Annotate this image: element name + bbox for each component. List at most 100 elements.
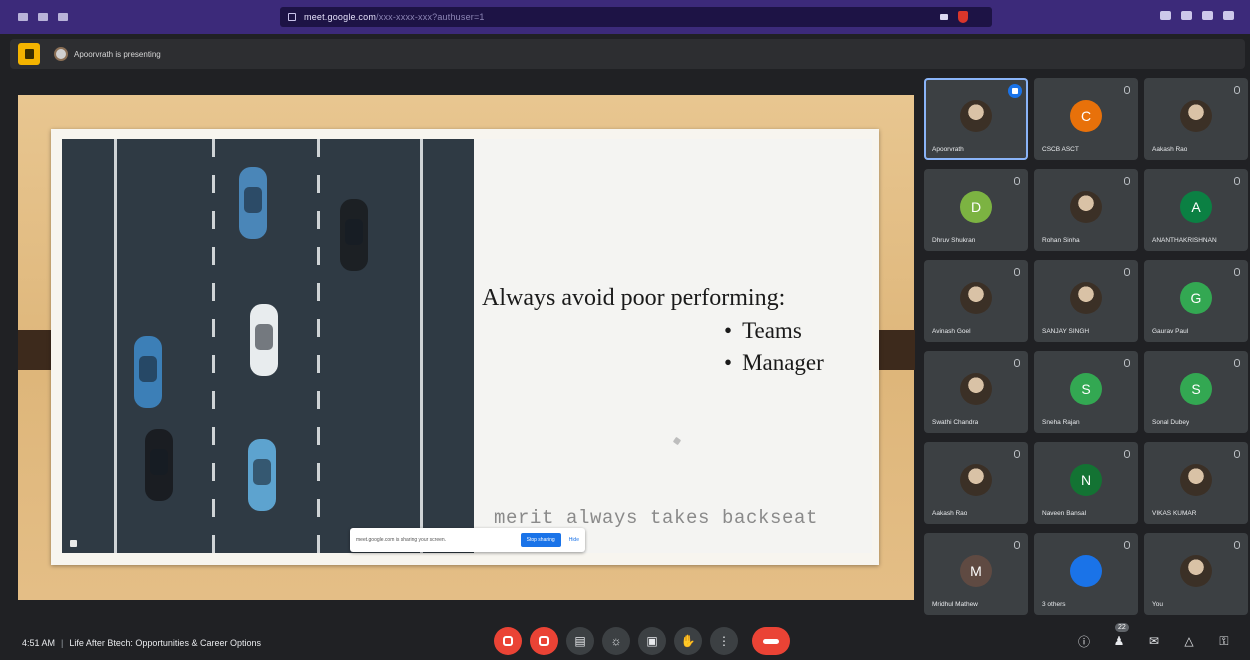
forward-icon[interactable] <box>38 13 48 21</box>
mic-muted-icon <box>1124 86 1130 94</box>
participant-name: Dhruv Shukran <box>932 237 976 244</box>
avatar <box>1070 555 1102 587</box>
participant-tile[interactable]: G Gaurav Paul <box>1144 260 1248 342</box>
participant-tile[interactable]: Aakash Rao <box>1144 78 1248 160</box>
participant-tile[interactable]: VIKAS KUMAR <box>1144 442 1248 524</box>
avatar <box>960 282 992 314</box>
camera-off-button[interactable] <box>530 627 558 655</box>
participant-tile[interactable]: SANJAY SINGH <box>1034 260 1138 342</box>
participant-tile[interactable]: Aakash Rao <box>924 442 1028 524</box>
avatar <box>1180 464 1212 496</box>
mic-muted-icon <box>1234 268 1240 276</box>
back-icon[interactable] <box>18 13 28 21</box>
menu-icon[interactable] <box>1202 11 1213 20</box>
url-text: meet.google.com/xxx-xxxx-xxx?authuser=1 <box>304 12 485 22</box>
participant-name: Mridhul Mathew <box>932 601 978 608</box>
presenter-avatar <box>54 47 68 61</box>
participant-tile[interactable]: N Naveen Bansal <box>1034 442 1138 524</box>
profile-icon[interactable] <box>1181 11 1192 20</box>
avatar <box>1070 191 1102 223</box>
effects-button[interactable]: ☼ <box>602 627 630 655</box>
more-options-button[interactable]: ⋮ <box>710 627 738 655</box>
stop-sharing-button[interactable]: Stop sharing <box>520 533 561 547</box>
image-watermark <box>70 540 77 547</box>
avatar: M <box>960 555 992 587</box>
avatar <box>960 373 992 405</box>
people-count-badge: 22 <box>1115 623 1129 632</box>
participant-tile[interactable]: S Sneha Rajan <box>1034 351 1138 433</box>
screen-share-notice: meet.google.com is sharing your screen. … <box>350 528 585 552</box>
hide-notice-button[interactable]: Hide <box>569 537 579 543</box>
camera-icon[interactable] <box>940 14 948 20</box>
avatar <box>960 100 992 132</box>
reload-icon[interactable] <box>58 13 68 21</box>
avatar <box>960 464 992 496</box>
avatar <box>1180 100 1212 132</box>
participant-name: You <box>1152 601 1163 608</box>
end-call-button[interactable] <box>752 627 790 655</box>
participant-name: Rohan Sinha <box>1042 237 1080 244</box>
participant-name: Apoorvrath <box>932 146 964 153</box>
raise-hand-button[interactable]: ✋ <box>674 627 702 655</box>
meeting-time: 4:51 AM <box>22 638 56 648</box>
mic-muted-icon <box>1124 541 1130 549</box>
participant-tile[interactable]: Rohan Sinha <box>1034 169 1138 251</box>
mic-muted-icon <box>1234 541 1240 549</box>
extensions-icon[interactable] <box>1160 11 1171 20</box>
mic-muted-icon <box>1124 450 1130 458</box>
participant-tile[interactable]: 3 others <box>1034 533 1138 615</box>
participant-name: Aakash Rao <box>932 510 968 517</box>
host-controls-icon[interactable]: ⚿ <box>1216 634 1232 648</box>
participant-name: 3 others <box>1042 601 1066 608</box>
extension-shield-icon[interactable] <box>958 11 968 23</box>
slide-bullet: Manager <box>724 347 824 379</box>
participant-tile[interactable]: S Sonal Dubey <box>1144 351 1248 433</box>
participant-tile[interactable]: D Dhruv Shukran <box>924 169 1028 251</box>
participant-tile[interactable]: A ANANTHAKRISHNAN <box>1144 169 1248 251</box>
slide-bullets: Teams Manager <box>724 315 824 379</box>
avatar: G <box>1180 282 1212 314</box>
meeting-info: 4:51 AM | Life After Btech: Opportunities … <box>22 638 261 648</box>
meeting-toolbar: 4:51 AM | Life After Btech: Opportunities … <box>0 618 1250 660</box>
side-panel-controls: ⓘ ♟ 22 ✉ △ ⚿ <box>1076 623 1232 649</box>
presenting-bar: Apoorvrath is presenting <box>10 39 1245 69</box>
avatar: S <box>1180 373 1212 405</box>
lock-icon <box>288 13 296 21</box>
participant-name: Gaurav Paul <box>1152 328 1189 335</box>
mic-muted-icon <box>1124 359 1130 367</box>
participant-name: Naveen Bansal <box>1042 510 1087 517</box>
captions-button[interactable]: ▤ <box>566 627 594 655</box>
browser-chrome: meet.google.com/xxx-xxxx-xxx?authuser=1 <box>0 0 1250 34</box>
chat-icon[interactable]: ✉ <box>1146 634 1162 648</box>
mic-muted-icon <box>1014 177 1020 185</box>
activities-icon[interactable]: △ <box>1181 634 1197 648</box>
mic-muted-icon <box>1124 268 1130 276</box>
mic-muted-icon <box>1234 359 1240 367</box>
meeting-title: Life After Btech: Opportunities & Career… <box>69 638 261 648</box>
mic-muted-icon <box>1234 86 1240 94</box>
avatar <box>1180 555 1212 587</box>
participant-name: Sonal Dubey <box>1152 419 1190 426</box>
mic-off-button[interactable] <box>494 627 522 655</box>
avatar: C <box>1070 100 1102 132</box>
participant-tile[interactable]: Avinash Goel <box>924 260 1028 342</box>
presentation-app-icon[interactable] <box>18 43 40 65</box>
present-button[interactable]: ▣ <box>638 627 666 655</box>
participant-name: Avinash Goel <box>932 328 971 335</box>
slide: Always avoid poor performing: Teams Mana… <box>62 139 872 553</box>
participant-tile[interactable]: Apoorvrath <box>924 78 1028 160</box>
participant-tile[interactable]: Swathi Chandra <box>924 351 1028 433</box>
info-icon[interactable]: ⓘ <box>1076 634 1092 649</box>
participant-tile[interactable]: M Mridhul Mathew <box>924 533 1028 615</box>
slide-highway-image <box>62 139 474 553</box>
avatar: S <box>1070 373 1102 405</box>
address-bar[interactable]: meet.google.com/xxx-xxxx-xxx?authuser=1 <box>280 7 992 27</box>
avatar: N <box>1070 464 1102 496</box>
minimize-icon[interactable] <box>1223 11 1234 20</box>
people-icon[interactable]: ♟ 22 <box>1111 623 1129 648</box>
presenting-label: Apoorvrath is presenting <box>74 49 161 59</box>
participant-name: ANANTHAKRISHNAN <box>1152 237 1217 244</box>
participant-tile[interactable]: C CSCB ASCT <box>1034 78 1138 160</box>
avatar: D <box>960 191 992 223</box>
participant-tile[interactable]: You <box>1144 533 1248 615</box>
